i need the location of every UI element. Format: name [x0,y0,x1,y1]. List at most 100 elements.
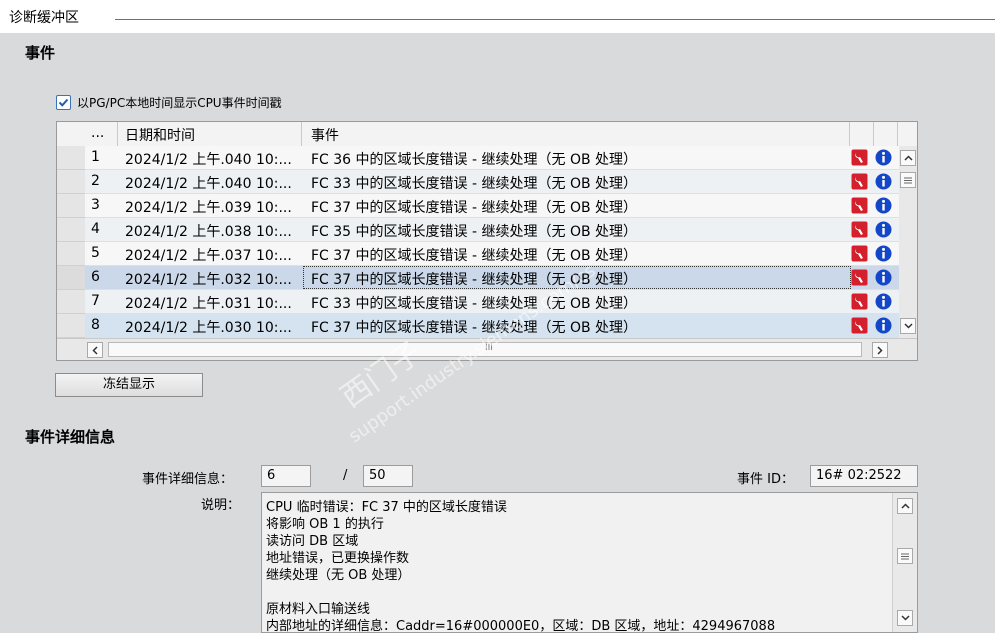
row-event: FC 37 中的区域长度错误 - 继续处理（无 OB 处理） [311,200,638,216]
col-divider [873,122,874,146]
row-datetime: 2024/1/2 上午.040 10:... [125,176,292,192]
freeze-display-button[interactable]: 冻结显示 [55,373,203,397]
index-separator: / [343,468,348,483]
row-number: 2 [91,173,100,189]
row-handle[interactable] [57,146,85,170]
scroll-down-button[interactable] [900,318,916,334]
scroll-thumb[interactable] [900,172,916,188]
row-datetime: 2024/1/2 上午.031 10:... [125,296,292,312]
chevron-down-icon [900,615,910,621]
local-time-checkbox-label: 以PG/PC本地时间显示CPU事件时间戳 [77,96,282,110]
chevron-down-icon [903,323,913,329]
info-icon [875,293,892,310]
wrench-icon [851,317,868,334]
table-row-selected[interactable]: 6 2024/1/2 上午.032 10:... FC 37 中的区域长度错误 … [57,266,899,290]
info-icon [875,317,892,334]
row-datetime: 2024/1/2 上午.037 10:... [125,248,292,264]
col-divider [897,122,898,146]
row-datetime: 2024/1/2 上午.040 10:... [125,152,292,168]
info-icon [875,245,892,262]
row-handle[interactable] [57,170,85,194]
info-icon [875,269,892,286]
details-info-label: 事件详细信息： [142,472,234,487]
info-icon [875,221,892,238]
row-handle[interactable] [57,290,85,314]
horizontal-scroll-thumb[interactable]: III [108,342,862,357]
table-row[interactable]: 7 2024/1/2 上午.031 10:... FC 33 中的区域长度错误 … [57,290,899,314]
wrench-icon [851,149,868,166]
row-datetime: 2024/1/2 上午.038 10:... [125,224,292,240]
checkmark-icon [58,98,69,107]
table-body: 1 2024/1/2 上午.040 10:... FC 36 中的区域长度错误 … [57,146,899,338]
row-event: FC 37 中的区域长度错误 - 继续处理（无 OB 处理） [311,248,638,264]
info-icon [875,173,892,190]
wrench-icon [851,173,868,190]
description-line: 继续处理（无 OB 处理） [266,568,411,583]
table-row[interactable]: 2 2024/1/2 上午.040 10:... FC 33 中的区域长度错误 … [57,170,899,194]
col-divider [849,122,850,146]
info-icon [875,149,892,166]
panel-header: 诊断缓冲区 [0,0,995,33]
row-handle[interactable] [57,314,85,338]
row-datetime: 2024/1/2 上午.032 10:... [125,272,292,288]
description-label: 说明： [201,498,241,513]
wrench-icon [851,293,868,310]
panel-title: 诊断缓冲区 [9,10,79,26]
col-header-event[interactable]: 事件 [311,125,339,145]
wrench-icon [851,221,868,238]
table-row[interactable]: 4 2024/1/2 上午.038 10:... FC 35 中的区域长度错误 … [57,218,899,242]
event-index-field[interactable]: 6 [261,465,311,487]
scroll-up-button[interactable] [900,150,916,166]
scroll-left-button[interactable] [87,342,103,358]
table-row[interactable]: 5 2024/1/2 上午.037 10:... FC 37 中的区域长度错误 … [57,242,899,266]
row-number: 4 [91,221,100,237]
row-number: 7 [91,293,100,309]
header-divider [115,19,995,20]
chevron-right-icon [877,345,883,355]
event-total-field: 50 [363,465,413,487]
row-handle[interactable] [57,218,85,242]
row-event: FC 37 中的区域长度错误 - 继续处理（无 OB 处理） [311,320,638,336]
chevron-up-icon [903,155,913,161]
grip-icon [901,553,909,559]
row-number: 6 [91,269,100,285]
wrench-icon [851,245,868,262]
local-time-checkbox[interactable] [56,95,71,110]
row-event: FC 36 中的区域长度错误 - 继续处理（无 OB 处理） [311,152,638,168]
col-header-num[interactable]: ... [91,125,104,141]
table-header: ... 日期和时间 事件 [57,122,917,147]
row-handle[interactable] [57,242,85,266]
description-line: 内部地址的详细信息：Caddr=16#000000E0，区域：DB 区域，地址：… [266,619,776,633]
grip-icon [904,177,912,183]
table-vertical-scrollbar[interactable] [899,146,917,338]
row-number: 1 [91,149,100,165]
scroll-thumb[interactable] [897,548,913,564]
chevron-left-icon [92,345,98,355]
row-event: FC 33 中的区域长度错误 - 继续处理（无 OB 处理） [311,296,638,312]
scroll-up-button[interactable] [897,498,913,514]
description-vertical-scrollbar[interactable] [892,493,917,632]
scroll-grip: III [485,343,493,353]
table-row[interactable]: 3 2024/1/2 上午.039 10:... FC 37 中的区域长度错误 … [57,194,899,218]
info-icon [875,197,892,214]
events-table: ... 日期和时间 事件 1 2024/1/2 上午.040 10:... FC… [56,121,918,361]
scroll-right-button[interactable] [872,342,888,358]
scroll-down-button[interactable] [897,610,913,626]
wrench-icon [851,197,868,214]
row-event: FC 37 中的区域长度错误 - 继续处理（无 OB 处理） [311,272,638,288]
chevron-up-icon [900,503,910,509]
row-handle[interactable] [57,194,85,218]
row-event: FC 33 中的区域长度错误 - 继续处理（无 OB 处理） [311,176,638,192]
details-section-title: 事件详细信息 [25,428,116,446]
table-row[interactable]: 1 2024/1/2 上午.040 10:... FC 36 中的区域长度错误 … [57,146,899,170]
table-horizontal-scrollbar[interactable]: III [57,339,917,360]
row-handle[interactable] [57,266,85,290]
row-datetime: 2024/1/2 上午.030 10:... [125,320,292,336]
description-textarea[interactable]: CPU 临时错误：FC 37 中的区域长度错误 将影响 OB 1 的执行 读访问… [261,492,918,633]
row-number: 8 [91,317,100,333]
event-id-label: 事件 ID： [737,472,794,487]
col-divider [117,122,118,146]
col-header-datetime[interactable]: 日期和时间 [125,125,195,145]
table-row[interactable]: 8 2024/1/2 上午.030 10:... FC 37 中的区域长度错误 … [57,314,899,338]
local-time-checkbox-row[interactable]: 以PG/PC本地时间显示CPU事件时间戳 [56,94,282,111]
